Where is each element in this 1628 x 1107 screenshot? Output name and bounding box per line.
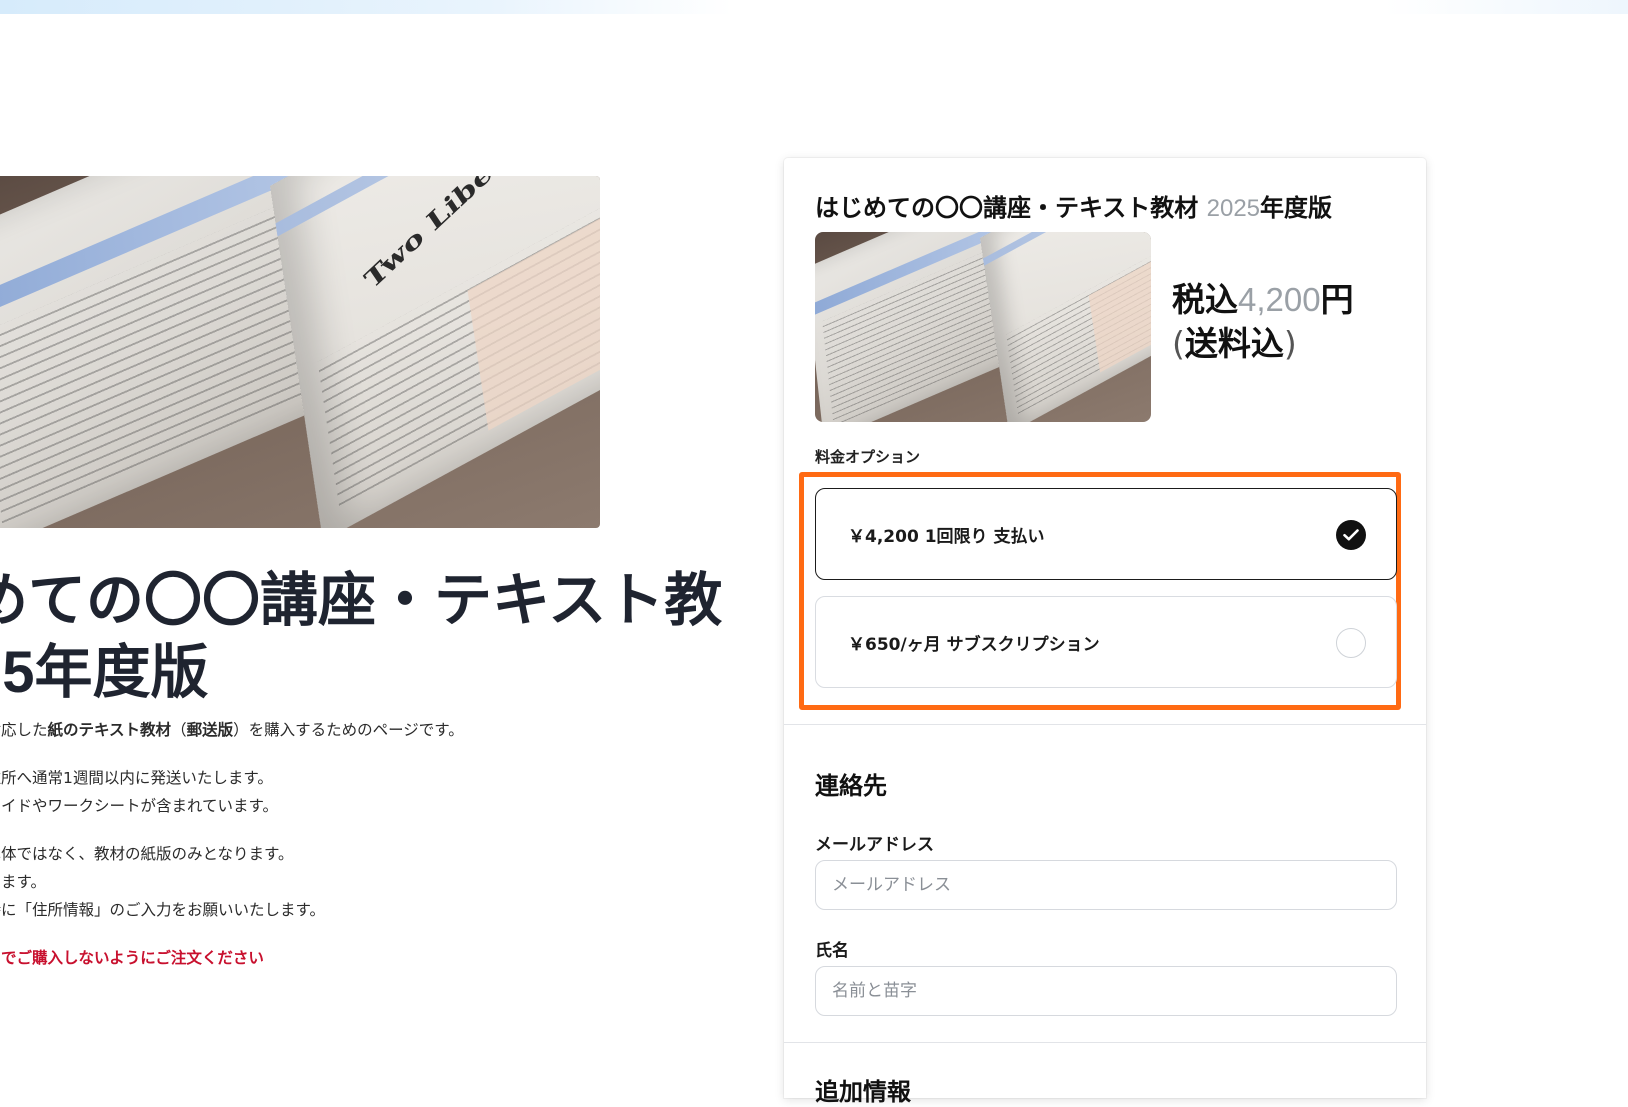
pricing-option-label: ￥4,200 1回限り 支払い: [848, 526, 1045, 547]
name-input[interactable]: [815, 966, 1397, 1016]
product-title: めての〇〇講座・テキスト教 25年度版: [0, 565, 730, 709]
checkout-product-thumbnail: [815, 232, 1151, 422]
pricing-option-one-time[interactable]: ￥4,200 1回限り 支払い: [815, 488, 1397, 580]
description-line: スライドやワークシートが含まれています。: [0, 797, 278, 815]
warning-text: なのでご購入しないようにご注文ください: [0, 949, 264, 967]
email-input[interactable]: [815, 860, 1397, 910]
pricing-option-subscription[interactable]: ￥650/ヶ月 サブスクリプション: [815, 596, 1397, 688]
price-prefix: 税込: [1172, 280, 1238, 319]
description-line: おります。: [0, 873, 46, 891]
pricing-option-label: ￥650/ヶ月 サブスクリプション: [848, 634, 1100, 655]
section-divider: [784, 724, 1426, 725]
product-hero-image: Two Liberations: [0, 176, 600, 528]
description-line: 座本体ではなく、教材の紙版のみとなります。: [0, 845, 294, 863]
open-book-photo: Two Liberations: [0, 176, 600, 528]
price-note: 送料込: [1184, 324, 1284, 363]
name-label: 氏名: [815, 941, 849, 961]
additional-info-heading: 追加情報: [815, 1078, 911, 1106]
description-line: に対応した紙のテキスト教材（郵送版）を購入するためのページです。: [0, 721, 464, 739]
price-amount: 4,200: [1238, 281, 1321, 318]
section-divider: [784, 1042, 1426, 1043]
checkout-product-title: はじめての〇〇講座・テキスト教材 2025年度版: [815, 194, 1333, 222]
email-label: メールアドレス: [815, 835, 934, 855]
description-line: 入時に「住所情報」のご入力をお願いいたします。: [0, 901, 325, 919]
price-unit: 円: [1320, 280, 1354, 319]
contact-heading: 連絡先: [815, 772, 887, 800]
product-title-line2: 25年度版: [0, 640, 209, 705]
radio-checked-icon[interactable]: [1336, 520, 1366, 550]
checkout-card: はじめての〇〇講座・テキスト教材 2025年度版 税込4,200円 (送料込) …: [784, 158, 1426, 1106]
radio-unchecked-icon[interactable]: [1336, 628, 1366, 658]
price-display: 税込4,200円 (送料込): [1172, 280, 1354, 363]
top-gradient-bar: [0, 0, 1628, 14]
product-description: に対応した紙のテキスト教材（郵送版）を購入するためのページです。 た住所へ通常1…: [0, 716, 690, 972]
product-title-line1: めての〇〇講座・テキスト教: [0, 568, 723, 633]
pricing-options-label: 料金オプション: [815, 448, 921, 466]
book-right-page: Two Liberations: [270, 176, 600, 528]
description-line: た住所へ通常1週間以内に発送いたします。: [0, 769, 273, 787]
